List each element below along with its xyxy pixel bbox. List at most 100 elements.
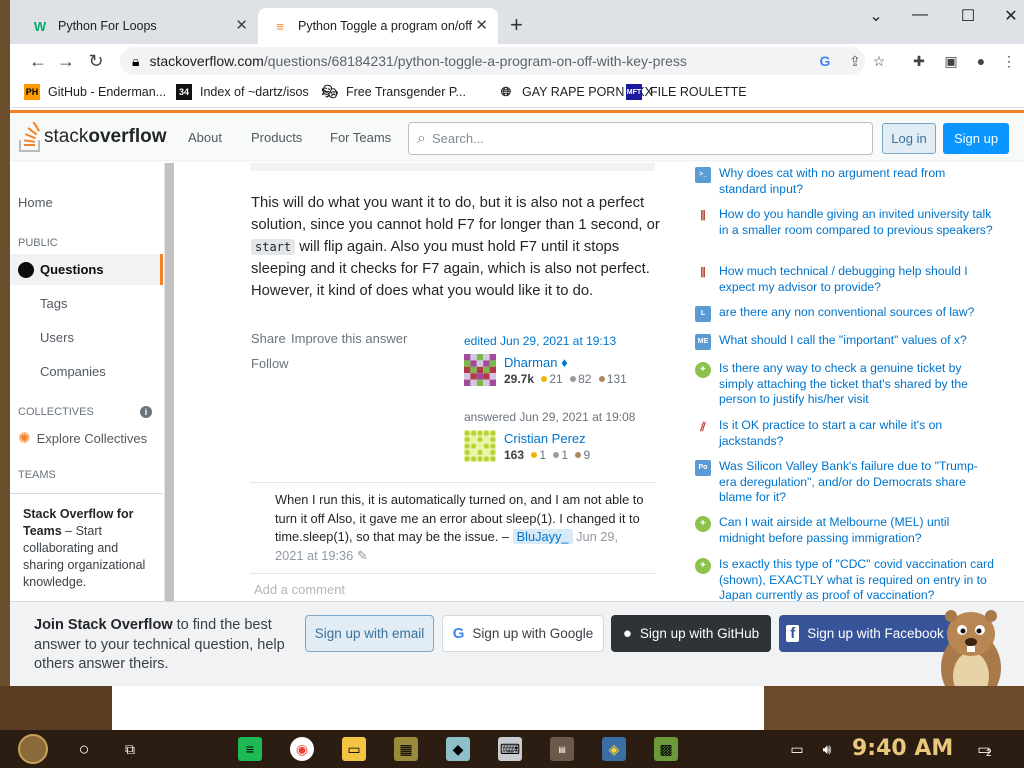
hot-question-item[interactable]: ✈ Is exactly this type of "CDC" covid va… [695,557,995,603]
desktop-wallpaper [0,686,112,730]
maximize-icon[interactable]: ☐ [945,6,991,26]
bookmark-item[interactable]: 34 Index of ~dartz/isos [176,84,309,100]
follow-link[interactable]: Follow [251,356,289,371]
hot-question-title: How much technical / debugging help shou… [719,264,968,294]
hot-question-item[interactable]: >_ Why does cat with no argument read fr… [695,166,995,197]
minimize-icon[interactable]: — [897,6,943,26]
hot-question-item[interactable]: ME What should I call the "important" va… [695,333,995,350]
hot-question-item[interactable]: ✈ Is there any way to check a genuine ti… [695,361,995,408]
tab-bar: W Python For Loops ✕ ≡ Python Toggle a p… [10,0,1024,44]
tab-python-toggle[interactable]: ≡ Python Toggle a program on/off ✕ [258,8,498,44]
globe-icon [18,261,34,278]
chevron-down-icon[interactable]: ⌄ [853,6,899,26]
notifications-icon[interactable]: ▭ [972,737,996,761]
stackoverflow-logo-icon [19,122,41,152]
app-icon[interactable]: ▤ [550,737,574,761]
close-icon[interactable]: ✕ [475,18,488,34]
menu-icon[interactable]: ⋮ [1000,52,1018,70]
nav-explore-collectives[interactable]: ✺ Explore Collectives [18,429,147,447]
nav-companies[interactable]: Companies [40,364,106,379]
search-icon[interactable]: ○ [72,737,96,761]
address-bar[interactable]: 🔒︎ stackoverflow.com/questions/68184231/… [120,47,865,75]
chrome-icon[interactable]: ◉ [290,737,314,761]
pencil-icon: ✎ [356,547,368,563]
hot-network-questions: >_ Why does cat with no argument read fr… [695,163,995,603]
new-tab-icon[interactable]: + [510,14,523,36]
forward-icon[interactable]: → [54,49,78,73]
teams-promo: Stack Overflow for Teams – Start collabo… [10,493,163,591]
network-icon[interactable]: ▭ [785,737,809,761]
hot-question-item[interactable]: ⫼ How do you handle giving an invited un… [695,207,995,238]
politics-site-icon: Po [695,460,711,476]
comment-user[interactable]: BluJayy_ [512,529,573,544]
signup-button[interactable]: Sign up [943,123,1009,154]
bookmark-item[interactable]: PH GitHub - Enderman... [24,84,166,100]
tab-python-for-loops[interactable]: W Python For Loops ✕ [18,8,258,44]
url-host: stackoverflow.com [149,53,264,69]
minecraft-icon[interactable]: ▩ [654,737,678,761]
nav-questions[interactable]: Questions [10,254,163,285]
app-icon[interactable]: ◆ [446,737,470,761]
share-icon[interactable]: ⇪ [846,52,864,70]
start-button-icon[interactable] [18,734,48,764]
folder-34-icon: 34 [176,84,192,100]
volume-icon[interactable]: 🔊︎ [815,737,839,761]
nav-users[interactable]: Users [40,330,74,345]
author-name[interactable]: Cristian Perez [504,431,586,446]
avatar[interactable] [464,354,496,386]
signup-email-button[interactable]: Sign up with email [305,615,434,652]
add-comment-link[interactable]: Add a comment [254,582,345,597]
edited-label[interactable]: edited [464,334,497,348]
nav-home[interactable]: Home [18,195,53,210]
hot-question-item[interactable]: L are there any non conventional sources… [695,305,995,322]
signup-github-button[interactable]: ● Sign up with GitHub [611,615,771,652]
search-input[interactable]: ⌕ Search... [408,122,873,155]
hot-question-item[interactable]: ✈ Can I wait airside at Melbourne (MEL) … [695,515,995,546]
sidebar-scrollbar[interactable] [164,163,174,603]
profile-icon[interactable]: ● [972,52,990,70]
close-icon[interactable]: ✕ [235,18,248,34]
game-icon[interactable]: ▦ [394,737,418,761]
url-path: /questions/68184231/python-toggle-a-prog… [263,53,687,69]
google-icon[interactable]: G [816,52,834,70]
search-placeholder: Search... [431,131,484,146]
network-app-icon[interactable]: ⌨ [498,737,522,761]
sheets-icon[interactable]: ≡ [238,737,262,761]
inline-code: start [251,239,296,255]
answered-time[interactable]: Jun 29, 2021 at 19:08 [519,410,635,424]
nav-tags[interactable]: Tags [40,296,67,311]
sidepanel-icon[interactable]: ▣ [942,52,960,70]
file-explorer-icon[interactable]: ▭ [342,737,366,761]
hot-question-title: Was Silicon Valley Bank's failure due to… [719,459,978,504]
globe-icon: 🌐︎ [500,84,512,99]
signup-google-button[interactable]: G Sign up with Google [442,615,604,652]
nav-for-teams[interactable]: For Teams [330,130,391,145]
login-button[interactable]: Log in [882,123,936,154]
share-link[interactable]: Share [251,331,286,346]
bookmark-item[interactable]: 🎭︎ Free Transgender P... [322,84,466,100]
editor-name[interactable]: Dharman ♦ [504,355,568,370]
taskbar-clock[interactable]: 9:40 AM [852,736,953,761]
join-banner: Join Stack Overflow to find the best ans… [10,601,1024,686]
info-icon[interactable]: i [140,406,152,418]
avatar[interactable] [464,430,496,462]
so-logo[interactable]: stack overflow [18,122,166,152]
explore-collectives-label: Explore Collectives [36,430,148,446]
extensions-icon[interactable]: ✚ [910,52,928,70]
hot-question-item[interactable]: ⫽ Is it OK practice to start a car while… [695,418,995,449]
reload-icon[interactable]: ↻ [84,49,108,73]
hot-question-title: Is exactly this type of "CDC" covid vacc… [719,557,994,602]
task-view-icon[interactable]: ⧉ [118,737,142,761]
nav-products[interactable]: Products [251,130,302,145]
search-icon: ⌕ [417,129,426,147]
bookmark-item[interactable]: MFT FILE ROULETTE [626,84,747,100]
star-icon[interactable]: ☆ [870,52,888,70]
hot-question-item[interactable]: ⫼ How much technical / debugging help sh… [695,264,995,295]
close-window-icon[interactable]: ✕ [988,6,1024,26]
back-icon[interactable]: ← [26,49,50,73]
nav-about[interactable]: About [188,130,222,145]
python-icon[interactable]: ◈ [602,737,626,761]
improve-answer-link[interactable]: Improve this answer [291,331,407,346]
hot-question-item[interactable]: Po Was Silicon Valley Bank's failure due… [695,459,995,506]
edited-time[interactable]: Jun 29, 2021 at 19:13 [500,334,616,348]
